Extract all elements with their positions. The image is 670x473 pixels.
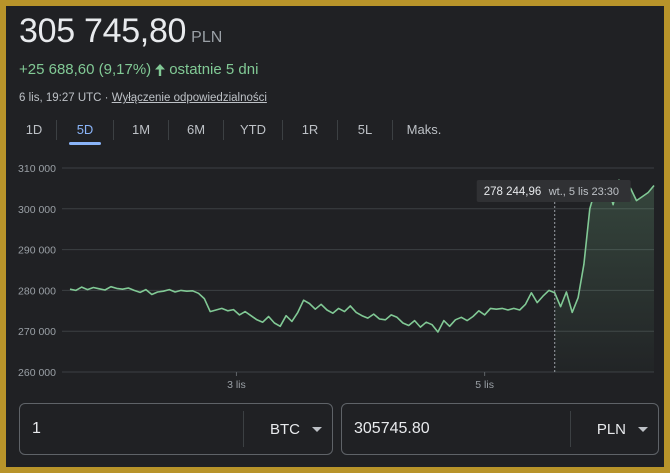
to-currency-select[interactable]: PLN (571, 404, 658, 454)
y-tick-label: 310 000 (18, 163, 56, 175)
x-tick-label: 3 lis (227, 379, 246, 391)
tab-ytd[interactable]: YTD (224, 115, 282, 145)
to-field: PLN (341, 403, 659, 455)
from-currency-select[interactable]: BTC (244, 404, 332, 454)
from-amount-input[interactable] (20, 403, 243, 455)
timestamp: 6 lis, 19:27 UTC (19, 92, 102, 104)
range-tabs: 1D 5D 1M 6M YTD 1R 5L Maks. (12, 115, 455, 145)
price-chart[interactable]: 310 000 300 000 290 000 280 000 270 000 260 0… (6, 154, 664, 394)
tab-1d[interactable]: 1D (12, 115, 56, 145)
tab-5l[interactable]: 5L (338, 115, 392, 145)
tooltip-value: 278 244,96 (484, 186, 542, 198)
from-field: BTC (19, 403, 333, 455)
price-currency: PLN (191, 29, 223, 46)
change-period: ostatnie 5 dni (169, 61, 259, 78)
y-tick-label: 270 000 (18, 326, 56, 338)
meta-row: 6 lis, 19:27 UTC · Wyłączenie odpowiedzi… (19, 92, 267, 104)
tooltip-date: wt., 5 lis 23:30 (548, 186, 619, 198)
tab-1r[interactable]: 1R (283, 115, 337, 145)
y-tick-label: 290 000 (18, 245, 56, 257)
price-change-row: +25 688,60 (9,17%) ostatnie 5 dni (19, 61, 258, 78)
from-currency-label: BTC (270, 420, 300, 438)
y-tick-label: 300 000 (18, 204, 56, 216)
meta-separator: · (101, 92, 112, 104)
to-currency-label: PLN (596, 420, 626, 438)
caret-down-icon (638, 426, 648, 432)
tab-5d[interactable]: 5D (57, 115, 113, 145)
to-amount-input[interactable] (342, 403, 570, 455)
price-row: 305 745,80 PLN (19, 12, 222, 51)
disclaimer-link[interactable]: Wyłączenie odpowiedzialności (112, 92, 267, 104)
y-tick-label: 260 000 (18, 367, 56, 379)
current-price: 305 745,80 (19, 12, 187, 50)
price-change: +25 688,60 (9,17%) (19, 61, 152, 78)
tab-6m[interactable]: 6M (169, 115, 223, 145)
x-tick-label: 5 lis (475, 379, 494, 391)
currency-widget: 305 745,80 PLN +25 688,60 (9,17%) ostatn… (6, 6, 664, 467)
tab-max[interactable]: Maks. (393, 115, 455, 145)
y-tick-label: 280 000 (18, 285, 56, 297)
arrow-up-icon (155, 63, 166, 76)
tab-1m[interactable]: 1M (114, 115, 168, 145)
currency-converter: BTC PLN (19, 403, 659, 457)
caret-down-icon (312, 426, 322, 432)
